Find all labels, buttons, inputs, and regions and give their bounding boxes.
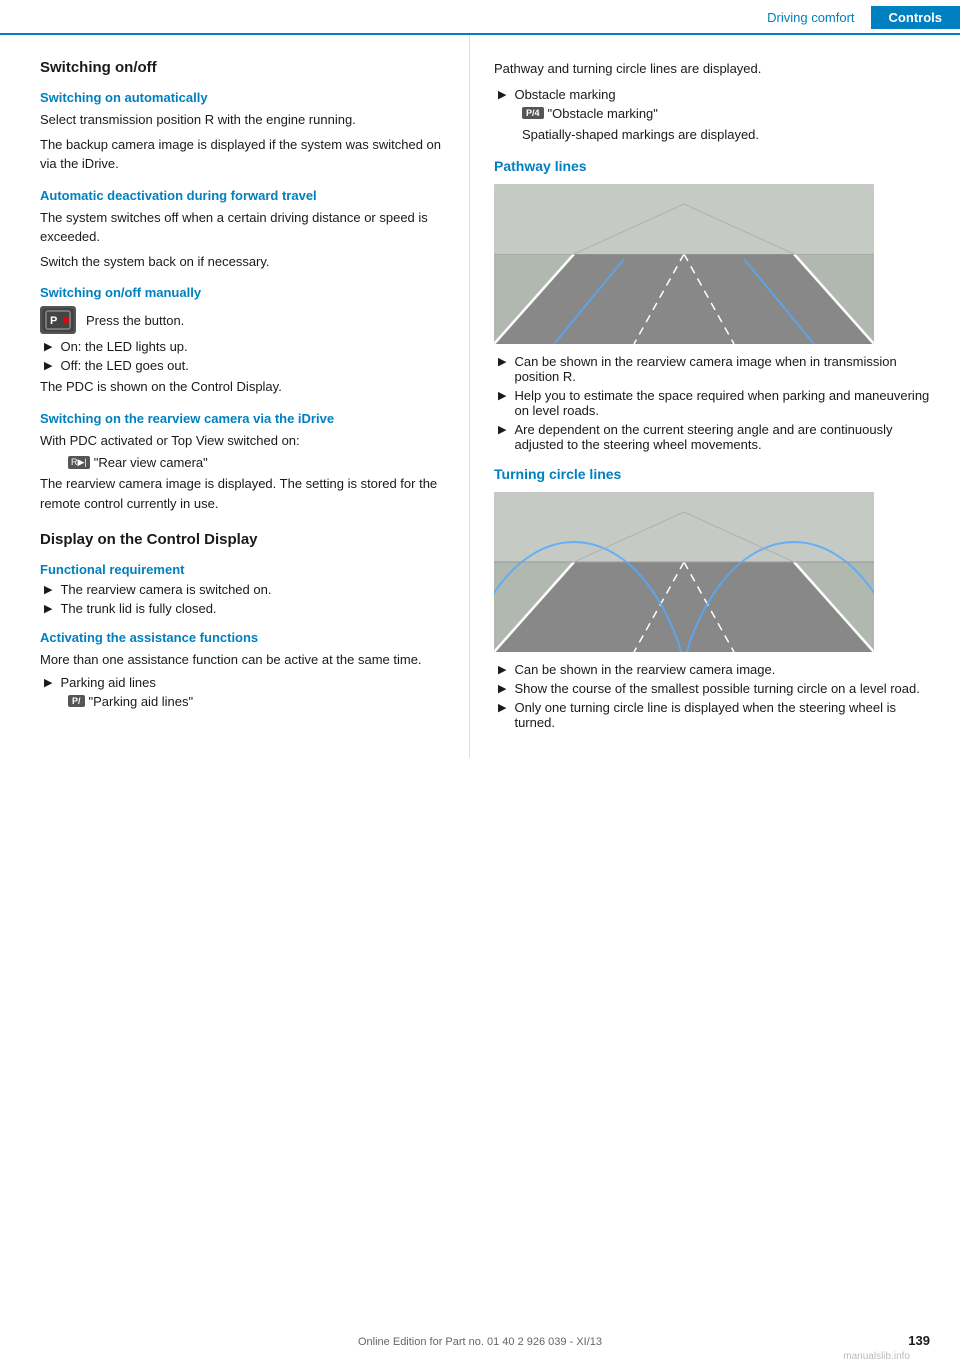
para-switches-off: The system switches off when a certain d… bbox=[40, 208, 445, 247]
page-number-container: 139 bbox=[908, 1333, 930, 1348]
svg-text:P: P bbox=[50, 315, 57, 327]
arrow-icon: ▶ bbox=[44, 340, 52, 353]
subsection-activating-assist: Activating the assistance functions bbox=[40, 630, 445, 645]
para-backup-camera: The backup camera image is displayed if … bbox=[40, 135, 445, 174]
main-title: Switching on/off bbox=[40, 59, 445, 76]
para-more-than-one: More than one assistance function can be… bbox=[40, 650, 445, 670]
page-number: 139 bbox=[908, 1333, 930, 1348]
turning-rearview-item: ▶ Can be shown in the rearview camera im… bbox=[498, 662, 930, 677]
para-with-pdc: With PDC activated or Top View switched … bbox=[40, 431, 445, 451]
arrow-icon: ▶ bbox=[44, 676, 52, 689]
arrow-icon: ▶ bbox=[498, 389, 506, 402]
trunk-lid-item: ▶ The trunk lid is fully closed. bbox=[44, 601, 445, 616]
subsection-functional-req: Functional requirement bbox=[40, 562, 445, 577]
main-content: Switching on/off Switching on automatica… bbox=[0, 35, 960, 758]
obstacle-marking-text: Obstacle marking bbox=[514, 87, 615, 102]
arrow-icon: ▶ bbox=[498, 663, 506, 676]
header-controls: Controls bbox=[871, 6, 960, 29]
rearview-switched-on-item: ▶ The rearview camera is switched on. bbox=[44, 582, 445, 597]
para-select-transmission: Select transmission position R with the … bbox=[40, 110, 445, 130]
arrow-icon: ▶ bbox=[498, 88, 506, 101]
arrow-icon: ▶ bbox=[498, 355, 506, 368]
parking-aid-lines-item: ▶ Parking aid lines bbox=[44, 675, 445, 690]
rear-view-camera-text: "Rear view camera" bbox=[94, 455, 208, 470]
arrow-icon: ▶ bbox=[44, 602, 52, 615]
parking-aid-icon-line: P/ "Parking aid lines" bbox=[68, 694, 445, 709]
obstacle-marking-icon: P/4 bbox=[522, 107, 544, 119]
on-led-item: ▶ On: the LED lights up. bbox=[44, 339, 445, 354]
pathway-rearview-item: ▶ Can be shown in the rearview camera im… bbox=[498, 354, 930, 384]
pdc-shown-text: The PDC is shown on the Control Display. bbox=[40, 377, 445, 397]
pdc-button-icon: P bbox=[40, 306, 76, 334]
para-pathway-turning: Pathway and turning circle lines are dis… bbox=[494, 59, 930, 79]
pathway-lines-title: Pathway lines bbox=[494, 158, 930, 174]
turning-course-item: ▶ Show the course of the smallest possib… bbox=[498, 681, 930, 696]
pathway-estimate-item: ▶ Help you to estimate the space require… bbox=[498, 388, 930, 418]
turning-one-line-text: Only one turning circle line is displaye… bbox=[514, 700, 930, 730]
pdc-button-svg: P bbox=[40, 306, 76, 334]
rear-view-camera-line: R▶| "Rear view camera" bbox=[68, 455, 445, 470]
obstacle-marking-item: ▶ Obstacle marking bbox=[498, 87, 930, 102]
off-led-item: ▶ Off: the LED goes out. bbox=[44, 358, 445, 373]
para-switch-back: Switch the system back on if necessary. bbox=[40, 252, 445, 272]
left-column: Switching on/off Switching on automatica… bbox=[0, 35, 470, 758]
right-column: Pathway and turning circle lines are dis… bbox=[470, 35, 960, 758]
page-header: Driving comfort Controls bbox=[0, 0, 960, 35]
arrow-icon: ▶ bbox=[44, 359, 52, 372]
section-display-control: Display on the Control Display bbox=[40, 531, 445, 548]
watermark-text: manualslib.info bbox=[843, 1351, 910, 1362]
trunk-lid-text: The trunk lid is fully closed. bbox=[60, 601, 216, 616]
off-led-text: Off: the LED goes out. bbox=[60, 358, 188, 373]
button-press-row: P Press the button. bbox=[40, 306, 445, 334]
parking-aid-lines-text: Parking aid lines bbox=[60, 675, 155, 690]
arrow-icon: ▶ bbox=[498, 423, 506, 436]
watermark: manualslib.info bbox=[843, 1347, 910, 1362]
arrow-icon: ▶ bbox=[498, 682, 506, 695]
pathway-rearview-text: Can be shown in the rearview camera imag… bbox=[514, 354, 930, 384]
rear-cam-icon: R▶| bbox=[68, 456, 90, 469]
spatially-shaped-text: Spatially-shaped markings are displayed. bbox=[522, 125, 930, 145]
subsection-switching-manual: Switching on/off manually bbox=[40, 285, 445, 300]
pathway-estimate-text: Help you to estimate the space required … bbox=[514, 388, 930, 418]
turning-circle-title: Turning circle lines bbox=[494, 466, 930, 482]
turning-rearview-text: Can be shown in the rearview camera imag… bbox=[514, 662, 775, 677]
subsection-rearview-idrive: Switching on the rearview camera via the… bbox=[40, 411, 445, 426]
footer: Online Edition for Part no. 01 40 2 926 … bbox=[0, 1336, 960, 1348]
parking-aid-quoted-text: "Parking aid lines" bbox=[89, 694, 194, 709]
turning-circle-image bbox=[494, 492, 874, 652]
subsection-auto-deactivation: Automatic deactivation during forward tr… bbox=[40, 188, 445, 203]
pathway-lines-image bbox=[494, 184, 874, 344]
header-driving-comfort: Driving comfort bbox=[767, 10, 870, 25]
para-rearview-displayed: The rearview camera image is displayed. … bbox=[40, 474, 445, 513]
subsection-switching-auto: Switching on automatically bbox=[40, 90, 445, 105]
arrow-icon: ▶ bbox=[44, 583, 52, 596]
turning-one-line-item: ▶ Only one turning circle line is displa… bbox=[498, 700, 930, 730]
pathway-steering-text: Are dependent on the current steering an… bbox=[514, 422, 930, 452]
footer-text: Online Edition for Part no. 01 40 2 926 … bbox=[358, 1336, 602, 1348]
arrow-icon: ▶ bbox=[498, 701, 506, 714]
on-led-text: On: the LED lights up. bbox=[60, 339, 187, 354]
parking-aid-icon: P/ bbox=[68, 695, 85, 707]
press-button-label: Press the button. bbox=[86, 313, 184, 328]
turning-circle-svg bbox=[494, 492, 874, 652]
obstacle-marking-icon-line: P/4 "Obstacle marking" bbox=[522, 106, 930, 121]
turning-course-text: Show the course of the smallest possible… bbox=[514, 681, 919, 696]
pathway-lines-svg bbox=[494, 184, 874, 344]
obstacle-marking-quoted: "Obstacle marking" bbox=[548, 106, 658, 121]
pathway-steering-item: ▶ Are dependent on the current steering … bbox=[498, 422, 930, 452]
rearview-switched-on-text: The rearview camera is switched on. bbox=[60, 582, 271, 597]
